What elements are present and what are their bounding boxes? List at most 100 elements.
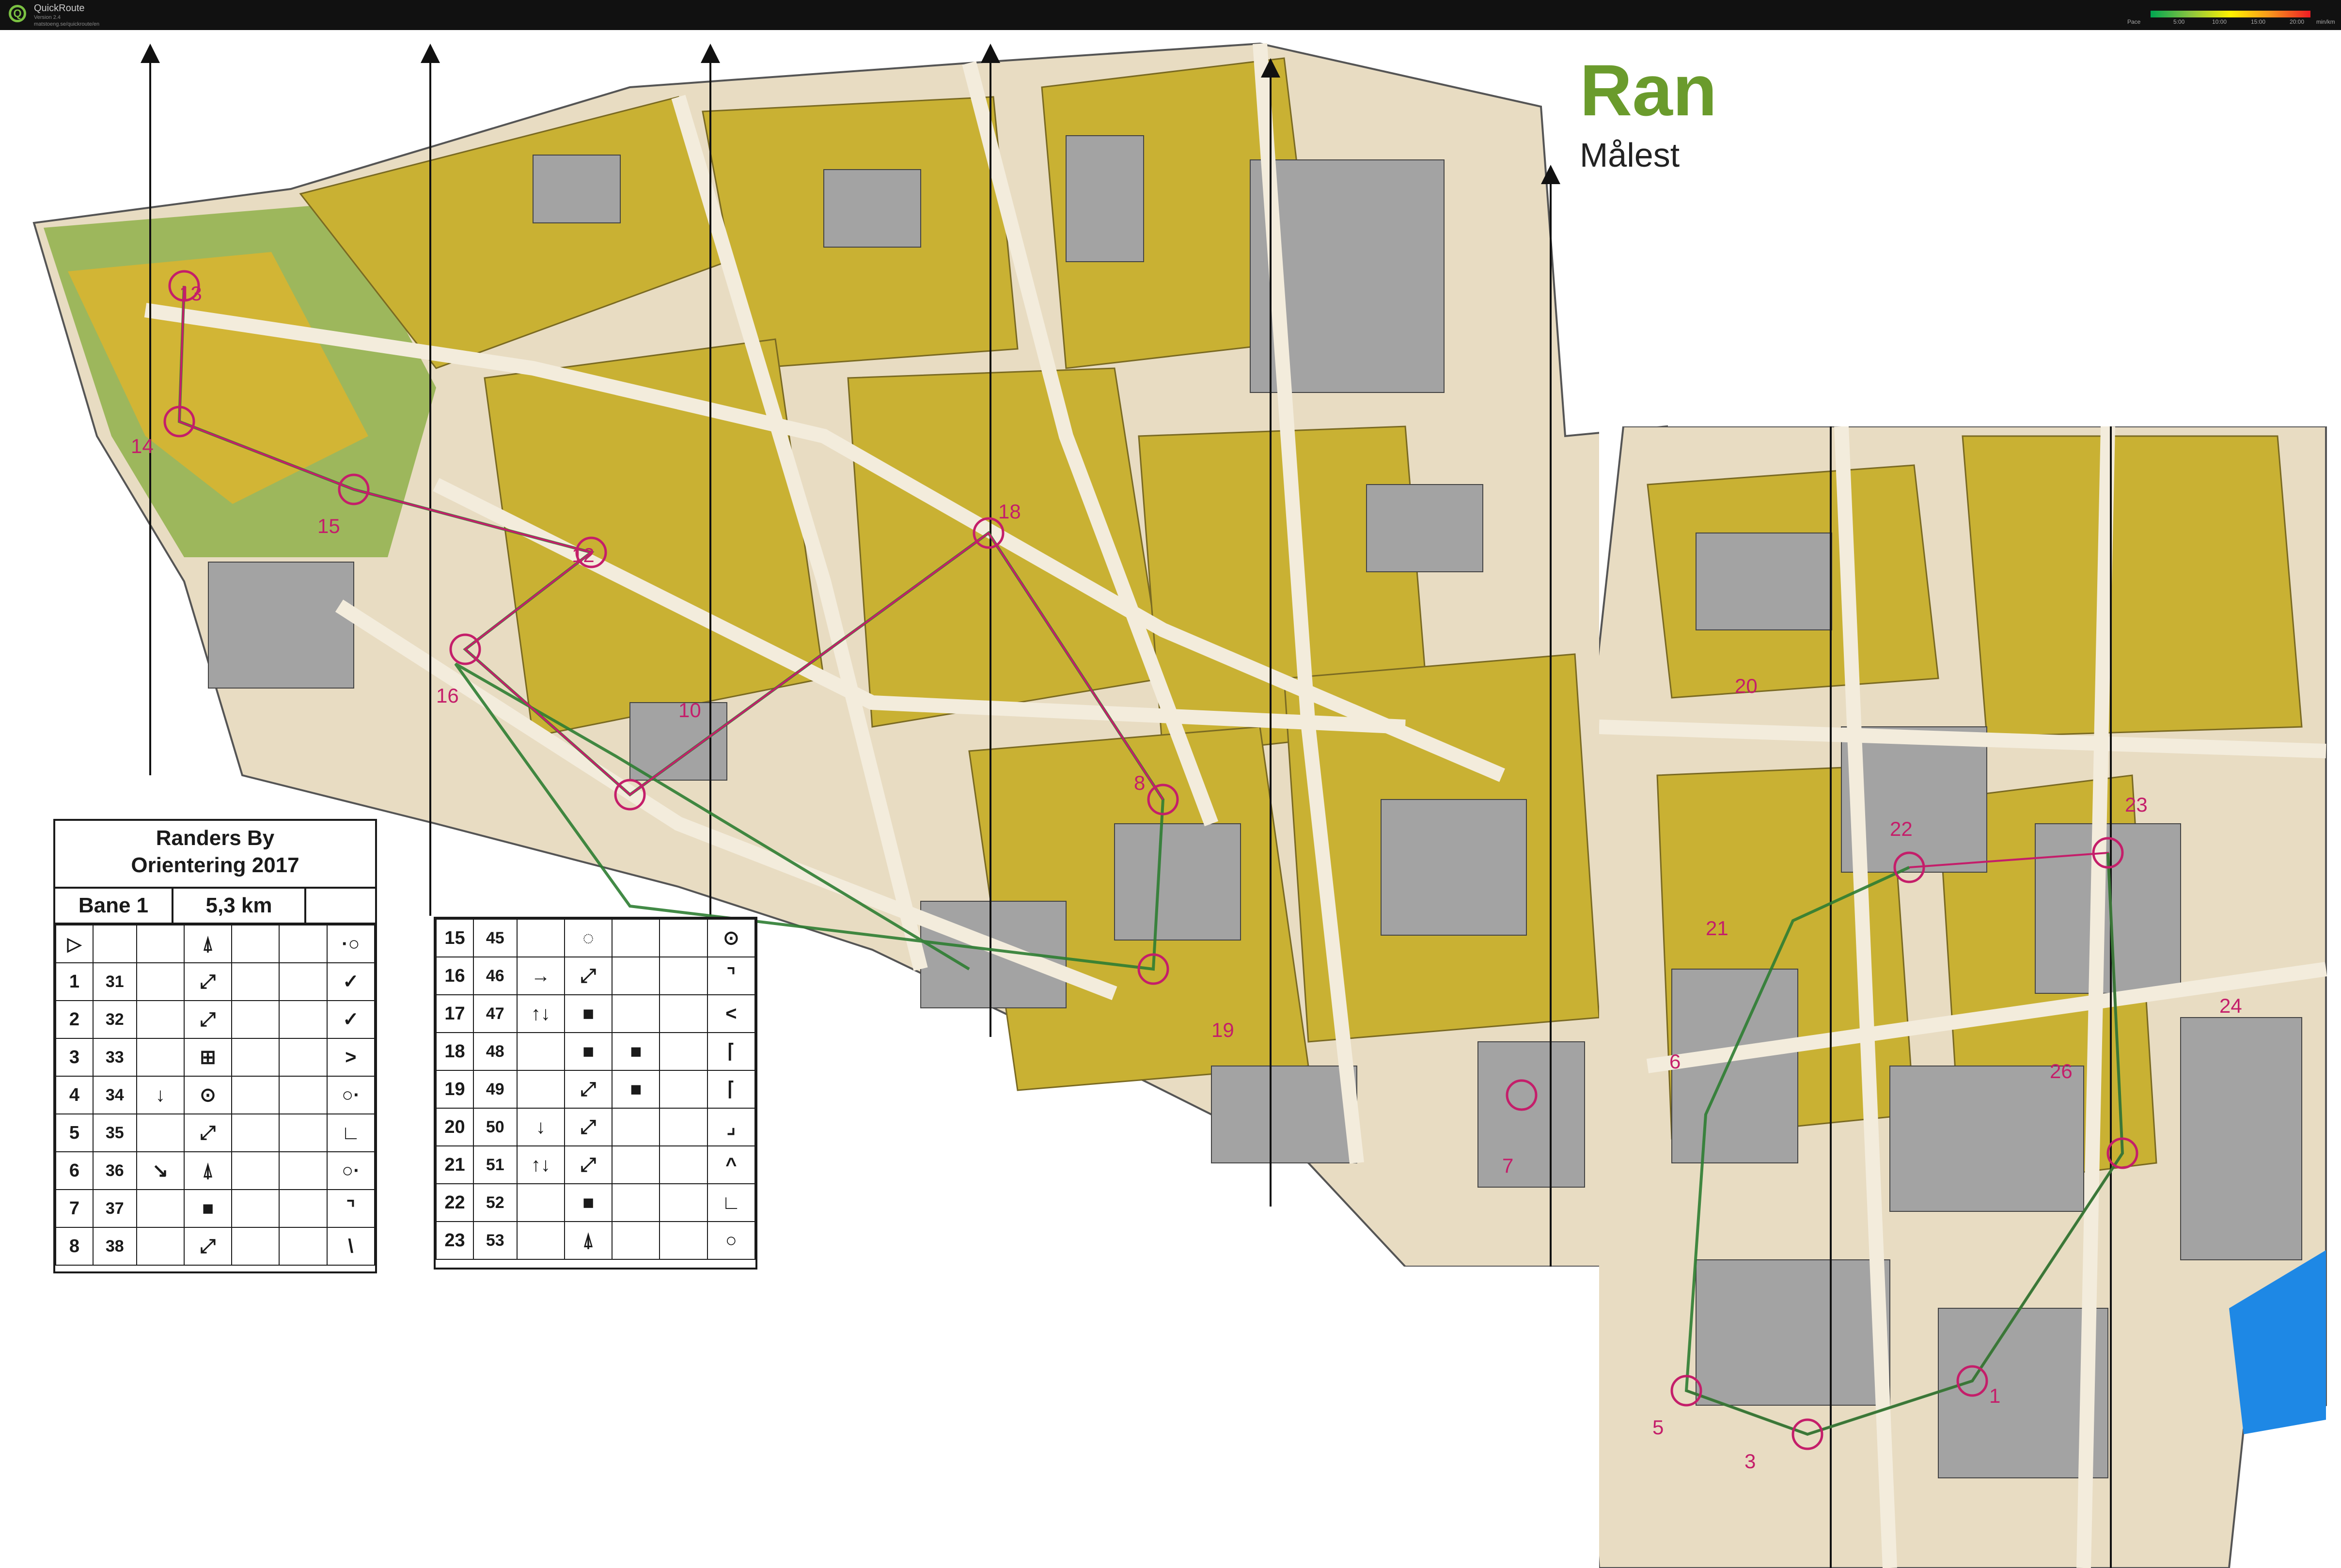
- pace-tick: 20:00: [2290, 18, 2305, 25]
- description-cell-sym: ■: [564, 1183, 613, 1222]
- description-cell-blank: [659, 1108, 708, 1146]
- description-row: 8 38 ⤢ \: [55, 1227, 375, 1266]
- description-row: 18 48 ■ ■ ⌈: [436, 1032, 755, 1071]
- description-cell-code: 36: [92, 1151, 137, 1190]
- control-number: 1: [1989, 1384, 2000, 1407]
- description-cell-dir: ↓: [136, 1076, 185, 1114]
- description-cell-extra: [231, 1113, 280, 1152]
- description-row: ▷ ⍋ ·○: [55, 925, 375, 963]
- description-cell-pos: ✓: [326, 1000, 375, 1039]
- description-cell-pos: ⌝: [707, 956, 755, 995]
- description-cell-dir: [136, 1113, 185, 1152]
- description-cell-dir: ↑↓: [516, 994, 565, 1033]
- app-version: Version 2.4: [34, 15, 61, 20]
- app-name: QuickRoute: [34, 3, 85, 14]
- control-description-sheet: Randers By Orientering 2017 Bane 1 5,3 k…: [53, 819, 377, 1273]
- description-row: 4 34 ↓ ⊙ ○·: [55, 1076, 375, 1114]
- description-cell-pos: <: [707, 994, 755, 1033]
- description-cell-blank: [659, 994, 708, 1033]
- description-cell-sym: ⤢: [183, 1000, 233, 1039]
- description-cell-code: 37: [92, 1189, 137, 1228]
- description-cell-sym: ⤢: [183, 962, 233, 1001]
- event-name: Randers By: [156, 826, 275, 850]
- description-cell-pos: ⌈: [707, 1070, 755, 1109]
- control-number: 14: [131, 435, 154, 457]
- description-cell-code: 45: [472, 919, 518, 957]
- control-number: 8: [1134, 771, 1145, 794]
- description-cell-dir: ↘: [136, 1151, 185, 1190]
- description-cell-pos: \: [326, 1227, 375, 1266]
- description-cell-sym: ⊙: [183, 1076, 233, 1114]
- description-row: 6 36 ↘ ⍋ ○·: [55, 1151, 375, 1190]
- control-description-sheet-continued: 15 45 ◌ ⊙ 16 46 → ⤢ ⌝ 17 47 ↑↓ ■ <18 48 ■ ■ ⌈ 19 49 ⤢ ■ ⌈ 20 50 ↓…: [434, 917, 757, 1270]
- description-cell-dir: [136, 1227, 185, 1266]
- description-cell-pos: ⌝: [326, 1189, 375, 1228]
- description-cell-sym: ■: [183, 1189, 233, 1228]
- description-cell-extra: ■: [612, 1070, 660, 1109]
- orienteering-map-lower-fragment[interactable]: 20 21 22 23 24 26 6 5 3 1: [1599, 426, 2341, 1568]
- control-number: 13: [179, 282, 202, 305]
- description-cell-sym: ⍋: [183, 1151, 233, 1190]
- description-cell-blank: [279, 962, 328, 1001]
- description-cell-sym: ⍋: [183, 925, 233, 963]
- description-cell-code: 52: [472, 1183, 518, 1222]
- description-cell-num: 19: [436, 1070, 474, 1109]
- control-number: 18: [998, 500, 1021, 523]
- description-row: 19 49 ⤢ ■ ⌈: [436, 1070, 755, 1109]
- description-row: 22 52 ■ ∟: [436, 1183, 755, 1222]
- description-cell-dir: [136, 1189, 185, 1228]
- description-cell-dir: [136, 962, 185, 1001]
- description-cell-code: 35: [92, 1113, 137, 1152]
- description-cell-pos: ○·: [326, 1151, 375, 1190]
- description-cell-num: ▷: [55, 925, 94, 963]
- control-number: 15: [317, 515, 340, 537]
- control-number: 7: [1502, 1154, 1513, 1177]
- description-row: 3 33 ⊞ >: [55, 1038, 375, 1077]
- description-cell-extra: ■: [612, 1032, 660, 1071]
- description-row: 15 45 ◌ ⊙: [436, 919, 755, 957]
- event-year: Orientering 2017: [131, 853, 299, 877]
- description-cell-dir: [516, 1032, 565, 1071]
- description-cell-pos: ○·: [326, 1076, 375, 1114]
- description-cell-code: 50: [472, 1108, 518, 1146]
- description-cell-num: 7: [55, 1189, 94, 1228]
- description-cell-extra: [612, 1221, 660, 1260]
- description-cell-sym: ⤢: [564, 1108, 613, 1146]
- description-cell-pos: ✓: [326, 962, 375, 1001]
- description-cell-blank: [279, 1113, 328, 1152]
- description-row: 2 32 ⤢ ✓: [55, 1000, 375, 1039]
- description-cell-code: 31: [92, 962, 137, 1001]
- pace-unit: min/km: [2316, 18, 2335, 25]
- description-cell-blank: [279, 1076, 328, 1114]
- description-cell-pos: ⌟: [707, 1108, 755, 1146]
- description-cell-sym: ◌: [564, 919, 613, 957]
- description-cell-extra: [231, 1189, 280, 1228]
- description-cell-num: 17: [436, 994, 474, 1033]
- description-cell-num: 20: [436, 1108, 474, 1146]
- description-cell-pos: ^: [707, 1145, 755, 1184]
- description-cell-blank: [279, 1227, 328, 1266]
- description-cell-sym: ■: [564, 994, 613, 1033]
- description-cell-sym: ⤢: [564, 1070, 613, 1109]
- description-cell-sym: ⤢: [564, 1145, 613, 1184]
- description-cell-code: 32: [92, 1000, 137, 1039]
- description-row: 23 53 ⍋ ○: [436, 1221, 755, 1260]
- description-cell-extra: [231, 1000, 280, 1039]
- description-cell-code: 46: [472, 956, 518, 995]
- description-cell-blank: [279, 1038, 328, 1077]
- pace-color-legend: Pace 5:00 10:00 15:00 20:00 min/km: [2127, 9, 2341, 28]
- description-cell-blank: [659, 1183, 708, 1222]
- description-cell-dir: →: [516, 956, 565, 995]
- description-cell-dir: ↓: [516, 1108, 565, 1146]
- description-cell-num: 15: [436, 919, 474, 957]
- control-number: 6: [1669, 1050, 1681, 1073]
- description-cell-blank: [279, 1189, 328, 1228]
- description-cell-blank: [279, 1151, 328, 1190]
- description-cell-num: 1: [55, 962, 94, 1001]
- description-cell-code: 34: [92, 1076, 137, 1114]
- control-number: 21: [1706, 917, 1728, 940]
- description-cell-dir: [136, 1000, 185, 1039]
- pace-gradient-bar: [2151, 11, 2310, 17]
- description-cell-extra: [612, 919, 660, 957]
- description-cell-num: 21: [436, 1145, 474, 1184]
